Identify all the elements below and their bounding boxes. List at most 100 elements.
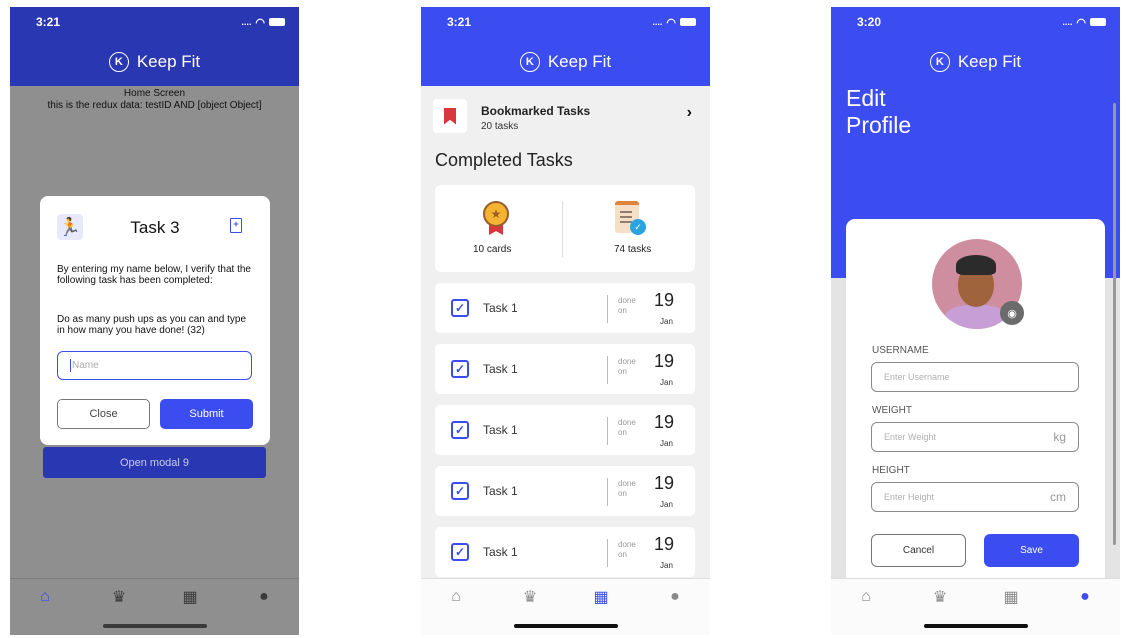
tab-person-icon[interactable]: ●: [665, 587, 685, 607]
home-indicator: [924, 624, 1028, 628]
modal-task-instruction: Do as many push ups as you can and type …: [57, 314, 247, 336]
submit-button[interactable]: Submit: [160, 399, 253, 429]
tab-calendar-icon[interactable]: ▦: [1001, 587, 1021, 607]
tab-calendar-icon[interactable]: ▦: [591, 587, 611, 607]
keep-fit-logo-icon: K: [108, 51, 129, 72]
task-row[interactable]: ✓ Task 1 done on 19 Jan: [435, 344, 695, 394]
name-input-placeholder: Name: [72, 360, 99, 371]
page-title: Edit Profile: [846, 85, 911, 139]
done-on-label: done on: [618, 357, 636, 376]
tab-person-icon[interactable]: ●: [1075, 587, 1095, 607]
status-bar: 3:21 .... ◠: [421, 7, 710, 37]
task-row[interactable]: ✓ Task 1 done on 19 Jan: [435, 527, 695, 577]
status-indicators: .... ◠: [652, 16, 696, 29]
app-header: K Keep Fit: [421, 37, 710, 86]
stats-divider: [562, 201, 563, 257]
status-indicators: .... ◠: [1062, 16, 1106, 29]
chevron-right-icon: ›: [686, 104, 692, 121]
tab-trophy-icon[interactable]: ♛: [109, 587, 129, 607]
task-name: Task 1: [483, 545, 518, 559]
save-button[interactable]: Save: [984, 534, 1079, 567]
check-circle-icon: ✓: [630, 219, 646, 235]
task-day: 19: [654, 351, 675, 371]
home-screen-title: Home Screen: [123, 88, 186, 99]
task-divider: [607, 539, 608, 567]
status-indicators: .... ◠: [241, 16, 285, 29]
done-on-label: done on: [618, 540, 636, 559]
tab-trophy-icon[interactable]: ♛: [930, 587, 950, 607]
home-indicator: [514, 624, 618, 628]
app-title: Keep Fit: [547, 51, 612, 71]
task-row[interactable]: ✓ Task 1 done on 19 Jan: [435, 466, 695, 516]
tab-home-icon[interactable]: ⌂: [446, 587, 466, 607]
task-month: Jan: [660, 317, 673, 326]
weight-unit: kg: [1053, 430, 1066, 444]
username-label: USERNAME: [872, 345, 929, 356]
done-on-label: done on: [618, 479, 636, 498]
tab-home-icon[interactable]: ⌂: [35, 587, 55, 607]
app-title: Keep Fit: [136, 51, 201, 71]
signal-dots: ....: [1062, 17, 1073, 27]
title-line-1: Edit: [846, 85, 886, 111]
cards-count: 10 cards: [473, 244, 512, 255]
weight-field[interactable]: Enter Weight kg: [871, 422, 1079, 452]
status-time: 3:20: [857, 15, 882, 29]
username-field[interactable]: Enter Username: [871, 362, 1079, 392]
done-on-label: done on: [618, 418, 636, 437]
app-header: K Keep Fit: [831, 37, 1120, 86]
tab-bar: ⌂ ♛ ▦ ●: [10, 578, 299, 635]
checkbox-checked-icon[interactable]: ✓: [451, 482, 469, 500]
done-on-label: done on: [618, 296, 636, 315]
tab-calendar-icon[interactable]: ▦: [180, 587, 200, 607]
medal-icon: ★: [483, 201, 509, 235]
signal-dots: ....: [241, 17, 252, 27]
task-name: Task 1: [483, 423, 518, 437]
tab-trophy-icon[interactable]: ♛: [520, 587, 540, 607]
task-name: Task 1: [483, 301, 518, 315]
task-divider: [607, 478, 608, 506]
task-day: 19: [654, 473, 675, 493]
name-input[interactable]: Name: [57, 351, 252, 380]
task-month: Jan: [660, 561, 673, 570]
cancel-button[interactable]: Cancel: [871, 534, 966, 567]
wifi-icon: ◠: [1076, 16, 1086, 29]
signal-dots: ....: [652, 17, 663, 27]
task-day: 19: [654, 412, 675, 432]
checkbox-checked-icon[interactable]: ✓: [451, 299, 469, 317]
home-indicator: [103, 624, 207, 628]
battery-icon: [680, 18, 696, 26]
scrollbar[interactable]: [1113, 103, 1116, 545]
task-row[interactable]: ✓ Task 1 done on 19 Jan: [435, 283, 695, 333]
status-bar: 3:20 .... ◠: [831, 7, 1120, 37]
task-row[interactable]: ✓ Task 1 done on 19 Jan: [435, 405, 695, 455]
camera-icon[interactable]: ◉: [1000, 301, 1024, 325]
task-month: Jan: [660, 500, 673, 509]
wifi-icon: ◠: [666, 16, 676, 29]
open-modal-button[interactable]: Open modal 9: [43, 447, 266, 478]
keep-fit-logo-icon: K: [929, 51, 950, 72]
task-day: 19: [654, 534, 675, 554]
username-placeholder: Enter Username: [884, 372, 950, 382]
checkbox-checked-icon[interactable]: ✓: [451, 360, 469, 378]
wifi-icon: ◠: [255, 16, 265, 29]
status-time: 3:21: [447, 15, 472, 29]
task-month: Jan: [660, 439, 673, 448]
close-button[interactable]: Close: [57, 399, 150, 429]
status-bar: 3:21 .... ◠: [10, 7, 299, 37]
bookmarked-title: Bookmarked Tasks: [481, 104, 591, 118]
tab-bar: ⌂ ♛ ▦ ●: [421, 578, 710, 635]
tasks-count: 74 tasks: [614, 244, 652, 255]
checkbox-checked-icon[interactable]: ✓: [451, 421, 469, 439]
bookmarked-tasks-row[interactable]: Bookmarked Tasks 20 tasks ›: [433, 96, 698, 136]
tab-home-icon[interactable]: ⌂: [856, 587, 876, 607]
bookmark-add-icon[interactable]: +: [230, 218, 242, 233]
task-divider: [607, 295, 608, 323]
tab-person-icon[interactable]: ●: [254, 587, 274, 607]
text-caret: [70, 359, 71, 372]
stats-card: ★ 10 cards ✓ 74 tasks: [435, 185, 695, 272]
checkbox-checked-icon[interactable]: ✓: [451, 543, 469, 561]
height-label: HEIGHT: [872, 465, 910, 476]
height-unit: cm: [1050, 490, 1066, 504]
title-line-2: Profile: [846, 112, 912, 138]
height-field[interactable]: Enter Height cm: [871, 482, 1079, 512]
